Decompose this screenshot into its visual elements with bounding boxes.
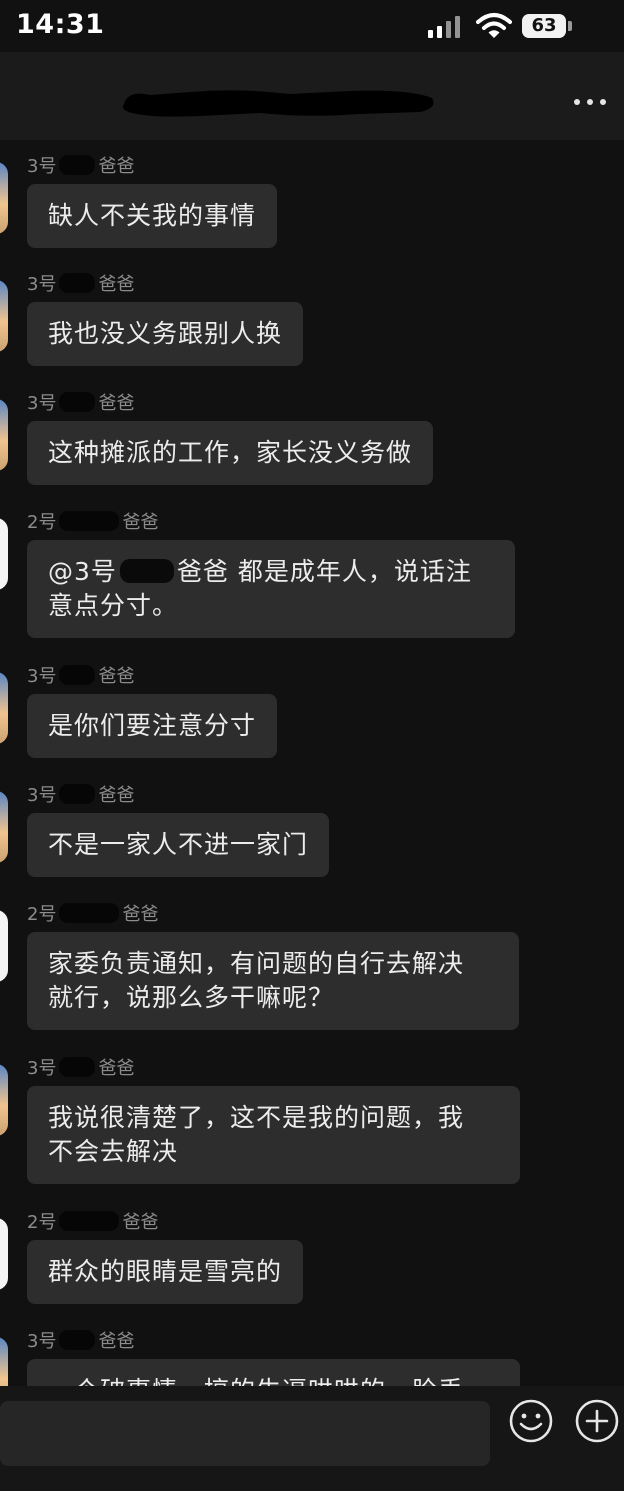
sender-avatar[interactable] xyxy=(0,1218,8,1290)
cellular-signal-icon xyxy=(428,14,466,38)
sender-avatar[interactable] xyxy=(0,518,8,590)
more-dots-icon[interactable] xyxy=(574,96,608,108)
sender-name: 3号 爸爸 xyxy=(27,154,134,180)
sender-prefix: 3号 xyxy=(27,156,57,177)
message-text-line2: 不会去解决 xyxy=(48,1137,179,1166)
sender-suffix: 爸爸 xyxy=(98,1058,135,1079)
redacted-name xyxy=(59,1057,96,1077)
status-time: 14:31 xyxy=(16,9,105,40)
message-text-line1: 我说很清楚了，这不是我的问题，我 xyxy=(48,1103,465,1132)
sender-suffix: 爸爸 xyxy=(98,156,135,177)
message-text: 我也没义务跟别人换 xyxy=(48,319,283,348)
message-text: 这种摊派的工作，家长没义务做 xyxy=(48,438,413,467)
message-bubble[interactable]: 我也没义务跟别人换 xyxy=(27,302,304,366)
message-text-line2: 就行，说那么多干嘛呢？ xyxy=(48,983,335,1012)
sender-name: 3号 爸爸 xyxy=(27,272,134,298)
sender-suffix: 爸爸 xyxy=(122,512,159,533)
sender-suffix: 爸爸 xyxy=(98,785,135,806)
wifi-icon xyxy=(476,13,512,38)
sender-prefix: 3号 xyxy=(27,274,57,295)
message-text: 不是一家人不进一家门 xyxy=(48,830,309,859)
sender-name: 3号 爸爸 xyxy=(27,1329,134,1355)
redacted-name xyxy=(59,392,96,412)
sender-name: 3号 爸爸 xyxy=(27,783,134,809)
message-bubble[interactable]: 群众的眼睛是雪亮的 xyxy=(27,1240,304,1304)
chat-header xyxy=(0,52,624,140)
sender-suffix: 爸爸 xyxy=(122,904,159,925)
sender-suffix: 爸爸 xyxy=(98,1331,135,1352)
sender-name: 3号 爸爸 xyxy=(27,664,134,690)
sender-avatar[interactable] xyxy=(0,910,8,982)
message-list[interactable]: 3号 爸爸 缺人不关我的事情 3号 爸爸 我也没义务跟别人换 3号 爸爸 这种摊派的工… xyxy=(0,140,624,1386)
redacted-name xyxy=(59,155,96,175)
redacted-group-title xyxy=(123,90,434,117)
sender-prefix: 3号 xyxy=(27,785,57,806)
redacted-name xyxy=(59,903,120,923)
mention-suffix[interactable]: 爸爸 xyxy=(177,557,229,586)
mention-prefix[interactable]: @3号 xyxy=(48,557,117,586)
sender-suffix: 爸爸 xyxy=(122,1212,159,1233)
message-text: 群众的眼睛是雪亮的 xyxy=(48,1257,283,1286)
sender-avatar[interactable] xyxy=(0,791,8,863)
message-bubble[interactable]: 缺人不关我的事情 xyxy=(27,184,278,248)
message-text: 一个破事情，搞的牛逼哄哄的，脸丢 xyxy=(48,1376,464,1386)
sender-name: 2号 爸爸 xyxy=(27,902,158,928)
redacted-name xyxy=(59,1330,96,1350)
redacted-name xyxy=(59,511,120,531)
sender-name: 2号 爸爸 xyxy=(27,510,158,536)
sender-name: 3号 爸爸 xyxy=(27,391,134,417)
message-bubble[interactable]: 我说很清楚了，这不是我的问题，我 不会去解决 xyxy=(27,1086,520,1184)
sender-avatar[interactable] xyxy=(0,399,8,471)
redacted-name xyxy=(59,784,96,804)
sender-prefix: 3号 xyxy=(27,393,57,414)
message-input[interactable] xyxy=(0,1401,490,1466)
sender-avatar[interactable] xyxy=(0,672,8,744)
sender-prefix: 2号 xyxy=(27,904,57,925)
message-bubble[interactable]: @3号 爸爸 都是成年人，说话注 意点分寸。 xyxy=(27,540,515,638)
input-bar xyxy=(0,1386,624,1491)
sender-avatar[interactable] xyxy=(0,1064,8,1136)
message-bubble[interactable]: 家委负责通知，有问题的自行去解决 就行，说那么多干嘛呢？ xyxy=(27,932,519,1030)
redacted-name xyxy=(59,665,96,685)
message-text: 缺人不关我的事情 xyxy=(48,201,257,230)
redacted-name xyxy=(59,1211,120,1231)
redacted-name xyxy=(59,273,96,293)
sender-suffix: 爸爸 xyxy=(98,274,135,295)
message-text-line2: 意点分寸。 xyxy=(48,591,179,620)
battery-cap xyxy=(568,21,572,31)
redacted-mention xyxy=(119,559,174,583)
message-bubble[interactable]: 这种摊派的工作，家长没义务做 xyxy=(27,421,434,485)
message-bubble[interactable]: 不是一家人不进一家门 xyxy=(27,813,330,877)
sender-suffix: 爸爸 xyxy=(98,393,135,414)
sender-name: 3号 爸爸 xyxy=(27,1056,134,1082)
sender-avatar[interactable] xyxy=(0,162,8,234)
sender-prefix: 3号 xyxy=(27,666,57,687)
sender-avatar[interactable] xyxy=(0,1337,8,1386)
sender-avatar[interactable] xyxy=(0,280,8,352)
message-bubble[interactable]: 是你们要注意分寸 xyxy=(27,694,278,758)
sender-prefix: 2号 xyxy=(27,1212,57,1233)
status-bar: 14:31 63 xyxy=(0,0,624,52)
battery-indicator: 63 xyxy=(522,14,566,38)
sender-name: 2号 爸爸 xyxy=(27,1210,158,1236)
sender-prefix: 3号 xyxy=(27,1331,57,1352)
message-bubble[interactable]: 一个破事情，搞的牛逼哄哄的，脸丢 xyxy=(27,1359,520,1386)
sender-prefix: 3号 xyxy=(27,1058,57,1079)
message-text-line1: 家委负责通知，有问题的自行去解决 xyxy=(48,949,465,978)
message-text-line1: 都是成年人，说话注 xyxy=(237,557,472,586)
sender-prefix: 2号 xyxy=(27,512,57,533)
plus-icon[interactable] xyxy=(574,1398,620,1444)
emoji-icon[interactable] xyxy=(508,1398,554,1444)
sender-suffix: 爸爸 xyxy=(98,666,135,687)
message-text: 是你们要注意分寸 xyxy=(48,711,257,740)
